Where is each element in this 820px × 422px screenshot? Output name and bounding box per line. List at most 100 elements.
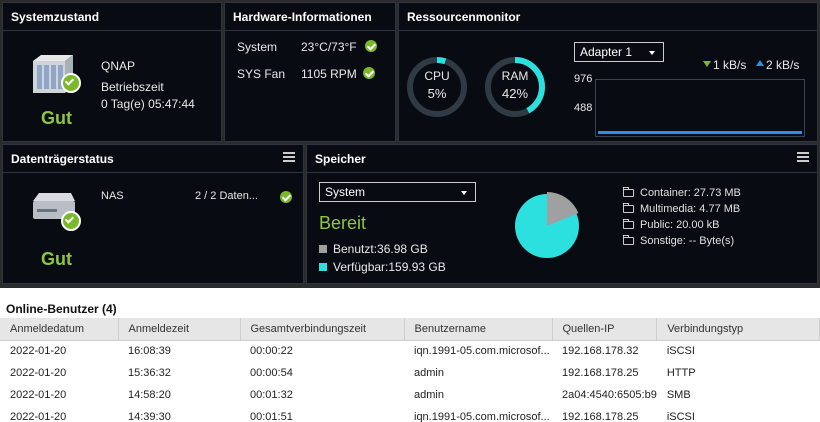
uptime-value: 0 Tag(e) 05:47:44 [101,97,195,111]
upload-rate: 2 kB/s [766,58,800,72]
col-login-time[interactable]: Anmeldezeit [118,318,241,341]
hw-value-system: 23°C/73°F [301,40,357,54]
cell-ip: 192.168.178.32 [562,345,639,358]
panel-title: Ressourcenmonitor [399,3,817,31]
cell-username: iqn.1991-05.com.microsof... [414,411,550,422]
storage-panel: Speicher System Bereit Benutzt:36.98 GB … [306,144,818,284]
cell-time: 14:39:30 [128,411,171,422]
system-health-panel: Systemzustand Gut QNAP Betriebszeit 0 Ta… [2,2,222,142]
storage-pie-chart [515,192,579,258]
folder-icon [623,235,634,245]
cell-ip: 2a04:4540:6505:b9 [562,389,657,401]
cell-type: HTTP [666,367,696,379]
cell-ip: 192.168.178.25 [562,367,639,379]
cell-type: iSCSI [666,411,695,422]
online-users-table: Anmeldedatum Anmeldezeit Gesamtverbindun… [0,318,820,422]
storage-item: Public: 20.00 kB [623,217,741,233]
panel-title: Systemzustand [3,3,221,31]
col-login-date[interactable]: Anmeldedatum [0,318,119,341]
cell-time: 16:08:39 [128,345,171,358]
cell-date: 2022-01-20 [10,389,67,401]
device-name: QNAP [101,59,136,73]
online-users-title: Online-Benutzer (4) [6,302,117,316]
used-color-swatch [319,245,327,253]
folder-icon [623,219,634,229]
storage-free: Verfügbar:159.93 GB [333,260,446,274]
hw-label-system: System [237,40,278,54]
list-menu-icon[interactable] [283,152,295,162]
uptime-label: Betriebszeit [101,80,164,94]
ok-check-icon [280,191,292,203]
download-rate: 1 kB/s [713,58,747,72]
adapter-select[interactable]: Adapter 1 [574,42,664,62]
cell-ip: 192.168.178.25 [562,411,639,422]
cell-date: 2022-01-20 [10,345,67,358]
cell-duration: 00:00:22 [250,345,293,358]
system-status: Gut [41,108,72,128]
col-connection-duration[interactable]: Gesamtverbindungszeit [240,318,405,341]
network-traffic-line [598,131,802,134]
cell-duration: 00:01:32 [250,389,293,401]
storage-select[interactable]: System [319,182,476,202]
list-menu-icon[interactable] [797,152,809,162]
col-username[interactable]: Benutzername [404,318,553,341]
panel-title: Speicher [307,145,817,173]
online-users-section: Online-Benutzer (4) Anmeldedatum Anmelde… [0,288,820,422]
cell-duration: 00:01:51 [250,411,293,422]
upload-arrow-icon [756,60,764,66]
disk-status-panel: Datenträgerstatus Gut NAS 2 / 2 Daten... [2,144,304,284]
storage-select-value: System [325,185,366,199]
network-chart [595,79,805,137]
cell-date: 2022-01-20 [10,411,67,422]
disk-count: 2 / 2 Daten... [195,190,258,202]
storage-item: Multimedia: 4.77 MB [623,201,741,217]
disk-name: NAS [101,190,124,202]
panel-title: Hardware-Informationen [225,3,395,31]
hw-label-fan: SYS Fan [237,67,286,81]
table-row[interactable]: 2022-01-20 16:08:39 00:00:22 iqn.1991-05… [0,340,820,362]
cell-username: admin [414,367,444,379]
ok-check-icon [365,40,377,52]
table-row[interactable]: 2022-01-20 14:39:30 00:01:51 iqn.1991-05… [0,406,820,422]
cpu-label: CPU [424,69,450,83]
cell-time: 14:58:20 [128,389,171,401]
ok-check-icon [61,73,81,93]
table-header-row: Anmeldedatum Anmeldezeit Gesamtverbindun… [0,318,820,341]
folder-icon [623,187,634,197]
resource-monitor-panel: Ressourcenmonitor CPU 5% RAM 42% Adapter… [398,2,818,142]
cell-type: SMB [666,389,691,401]
cell-type: iSCSI [666,345,695,358]
free-color-swatch [319,263,327,271]
chevron-down-icon [461,191,467,195]
disk-status: Gut [41,249,72,269]
storage-breakdown-list: Container: 27.73 MB Multimedia: 4.77 MB … [623,185,741,249]
cell-date: 2022-01-20 [10,367,67,379]
net-tick-high: 976 [574,73,593,85]
ok-check-icon [61,211,81,231]
panel-title: Datenträgerstatus [3,145,303,173]
storage-used: Benutzt:36.98 GB [333,242,428,256]
table-row[interactable]: 2022-01-20 15:36:32 00:00:54 admin 192.1… [0,362,820,384]
chevron-down-icon [649,51,655,55]
col-source-ip[interactable]: Quellen-IP [552,318,658,341]
ok-check-icon [363,67,375,79]
storage-item: Container: 27.73 MB [623,185,741,201]
cell-username: admin [414,389,444,401]
table-row[interactable]: 2022-01-20 14:58:20 00:01:32 admin 2a04:… [0,384,820,406]
dashboard: Systemzustand Gut QNAP Betriebszeit 0 Ta… [0,0,820,422]
col-connection-type[interactable]: Verbindungstyp [656,318,820,341]
net-tick-mid: 488 [574,102,593,114]
hardware-info-panel: Hardware-Informationen System 23°C/73°F … [224,2,396,142]
hw-value-fan: 1105 RPM [301,67,357,81]
folder-icon [623,203,634,213]
cell-duration: 00:00:54 [250,367,293,379]
cell-time: 15:36:32 [128,367,171,379]
storage-state: Bereit [319,213,367,233]
ram-value: 42% [501,86,529,101]
storage-used-legend: Benutzt:36.98 GB [319,242,428,256]
cell-username: iqn.1991-05.com.microsof... [414,345,550,358]
adapter-select-value: Adapter 1 [580,45,633,59]
storage-free-legend: Verfügbar:159.93 GB [319,260,446,274]
storage-item: Sonstige: -- Byte(s) [623,233,741,249]
download-arrow-icon [703,61,711,67]
